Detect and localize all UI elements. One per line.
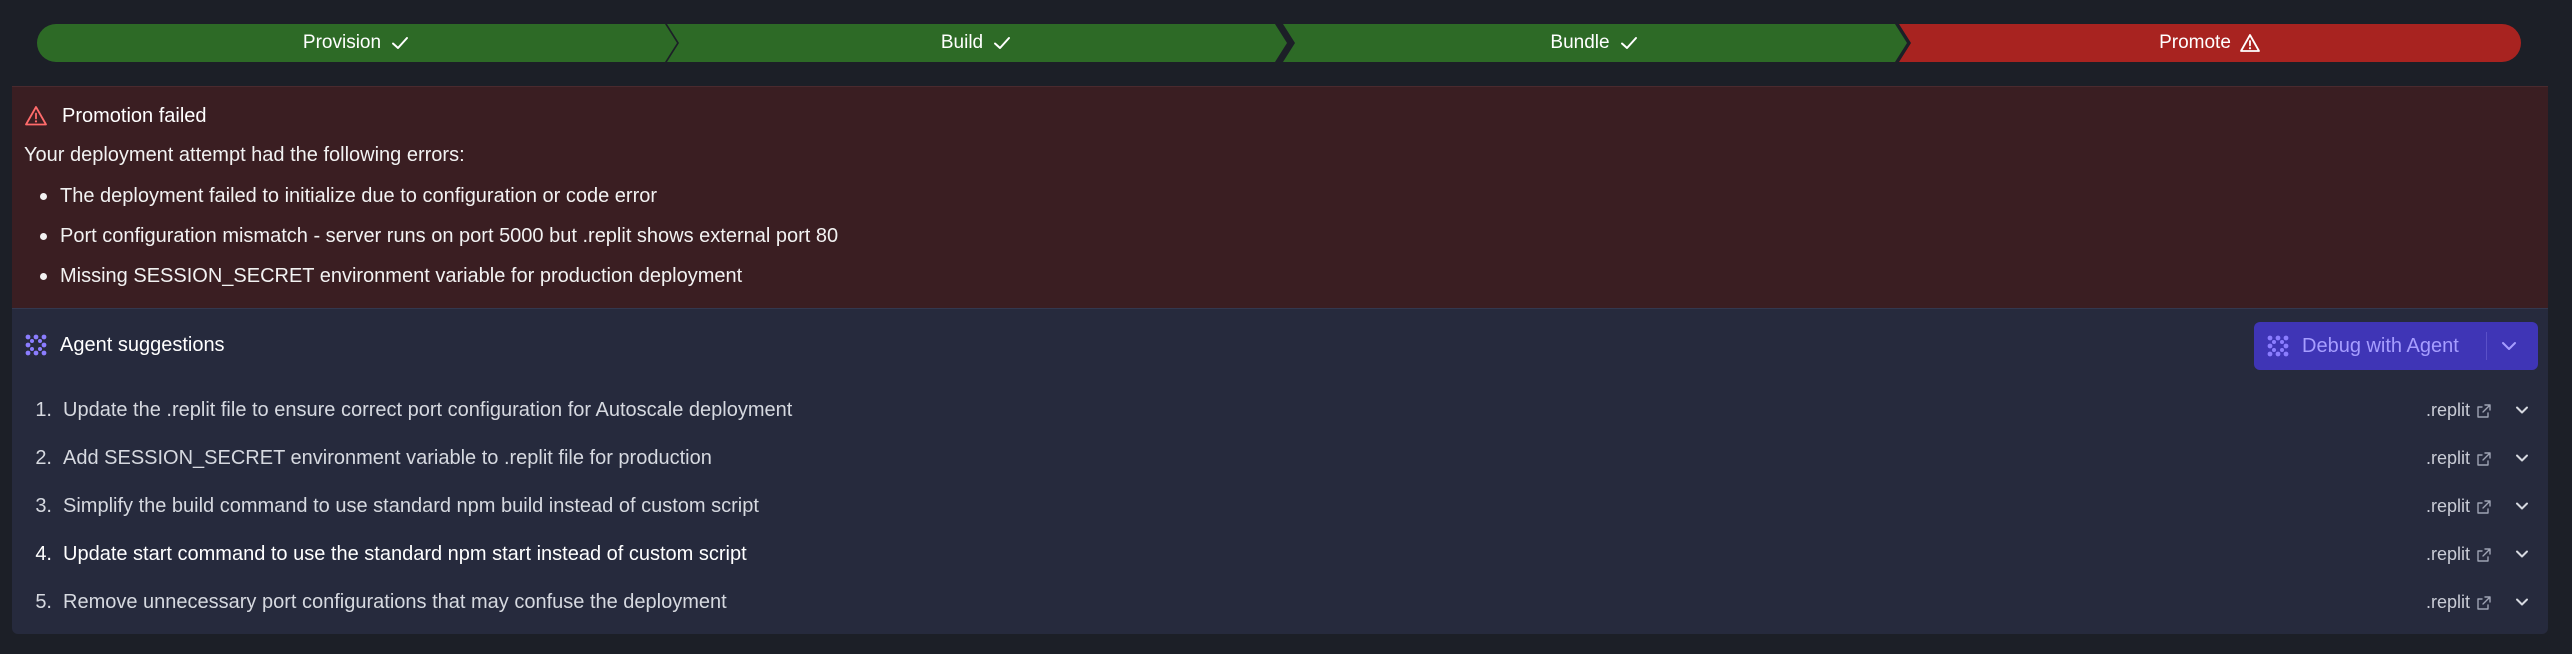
chevron-down-icon[interactable] — [2498, 335, 2520, 363]
file-name: .replit — [2426, 592, 2471, 612]
agent-suggestions-panel: Agent suggestions Debug with Agent 1. Up… — [12, 308, 2548, 634]
step-bundle: Bundle — [1283, 24, 1907, 62]
error-intro: Your deployment attempt had the followin… — [24, 144, 465, 166]
check-icon — [991, 32, 1013, 54]
error-item: Port configuration mismatch - server run… — [24, 224, 838, 264]
agent-suggestions-header: Agent suggestions — [24, 333, 225, 357]
error-title: Promotion failed — [24, 104, 207, 128]
suggestion-text: Simplify the build command to use standa… — [63, 494, 759, 517]
chevron-down-icon[interactable] — [2512, 544, 2532, 570]
debug-button-label: Debug with Agent — [2302, 334, 2459, 357]
suggestion-number: 3. — [35, 494, 52, 517]
chevron-down-icon[interactable] — [2512, 448, 2532, 474]
suggestion-text: Update the .replit file to ensure correc… — [63, 398, 793, 421]
external-link-icon — [2476, 547, 2492, 563]
chevron-down-icon[interactable] — [2512, 496, 2532, 522]
file-link[interactable]: .replit — [2426, 496, 2492, 517]
external-link-icon — [2476, 499, 2492, 515]
button-divider — [2486, 332, 2487, 360]
step-promote: Promote — [1899, 24, 2521, 62]
agent-icon — [24, 333, 48, 357]
suggestion-item[interactable]: 2. Add SESSION_SECRET environment variab… — [24, 434, 2536, 482]
suggestion-item[interactable]: 4. Update start command to use the stand… — [24, 530, 2536, 578]
check-icon — [389, 32, 411, 54]
file-link[interactable]: .replit — [2426, 544, 2492, 565]
chevron-down-icon[interactable] — [2512, 592, 2532, 618]
external-link-icon — [2476, 451, 2492, 467]
agent-suggestions-title: Agent suggestions — [60, 333, 225, 356]
error-item: The deployment failed to initialize due … — [24, 184, 838, 224]
file-link[interactable]: .replit — [2426, 400, 2492, 421]
chevron-down-icon[interactable] — [2512, 400, 2532, 426]
step-provision: Provision — [37, 24, 677, 62]
suggestion-list: 1. Update the .replit file to ensure cor… — [24, 386, 2536, 626]
warning-icon — [24, 104, 48, 128]
error-list: The deployment failed to initialize due … — [24, 184, 838, 304]
error-panel: Promotion failed Your deployment attempt… — [12, 86, 2548, 308]
step-label: Provision — [302, 32, 382, 53]
step-label: Build — [940, 32, 984, 53]
external-link-icon — [2476, 403, 2492, 419]
suggestion-text: Remove unnecessary port configurations t… — [63, 590, 727, 613]
step-build: Build — [667, 24, 1287, 62]
warning-icon — [2239, 32, 2261, 54]
file-link[interactable]: .replit — [2426, 448, 2492, 469]
error-item: Missing SESSION_SECRET environment varia… — [24, 264, 838, 304]
file-name: .replit — [2426, 544, 2471, 564]
error-title-text: Promotion failed — [62, 104, 207, 127]
file-link[interactable]: .replit — [2426, 592, 2492, 613]
step-label: Bundle — [1550, 32, 1610, 53]
suggestion-number: 4. — [35, 542, 52, 565]
deployment-progress: Provision Build Bundle Promote — [37, 24, 2521, 62]
suggestion-text: Add SESSION_SECRET environment variable … — [63, 446, 712, 469]
file-name: .replit — [2426, 400, 2471, 420]
suggestion-number: 2. — [35, 446, 52, 469]
check-icon — [1618, 32, 1640, 54]
suggestion-item[interactable]: 5. Remove unnecessary port configuration… — [24, 578, 2536, 626]
suggestion-number: 1. — [35, 398, 52, 421]
file-name: .replit — [2426, 448, 2471, 468]
step-label: Promote — [2159, 32, 2231, 53]
file-name: .replit — [2426, 496, 2471, 516]
debug-with-agent-button[interactable]: Debug with Agent — [2254, 322, 2538, 370]
suggestion-item[interactable]: 1. Update the .replit file to ensure cor… — [24, 386, 2536, 434]
external-link-icon — [2476, 595, 2492, 611]
suggestion-item[interactable]: 3. Simplify the build command to use sta… — [24, 482, 2536, 530]
agent-icon — [2266, 334, 2290, 358]
suggestion-number: 5. — [35, 590, 52, 613]
suggestion-text: Update start command to use the standard… — [63, 542, 747, 565]
